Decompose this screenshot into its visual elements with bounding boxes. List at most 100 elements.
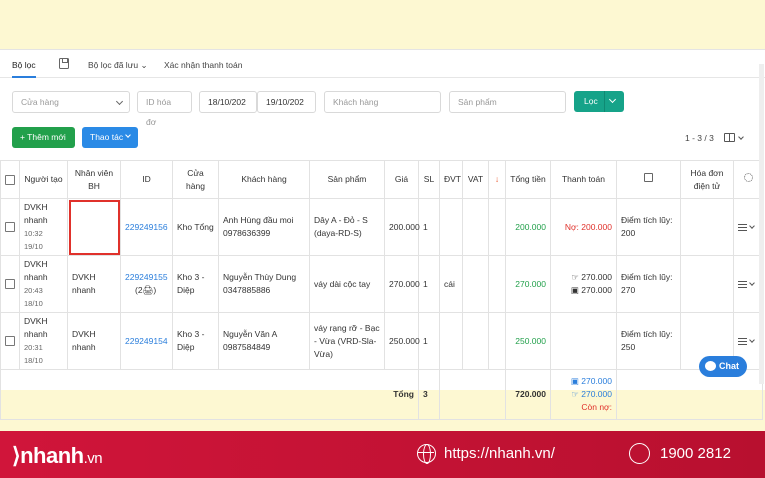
table-row[interactable]: DVKH nhanh 20:31 18/10 DVKH nhanh 2292491… bbox=[0, 312, 763, 370]
row-checkbox[interactable] bbox=[5, 336, 15, 347]
payment-cell: Nợ: 200.000 bbox=[550, 198, 617, 256]
actions-button[interactable]: Thao tác bbox=[82, 127, 138, 148]
menu-icon[interactable] bbox=[738, 337, 747, 345]
summary-row: Tổng 3 720.000 ▣ 270.000 ☞ 270.000 Còn n… bbox=[0, 369, 763, 420]
customer-phone: 0347885886 bbox=[223, 285, 271, 295]
empty-cell bbox=[488, 198, 506, 256]
date-to-input[interactable]: 19/10/202 bbox=[257, 91, 316, 113]
created-time: 20:31 18/10 bbox=[24, 343, 43, 365]
website-url[interactable]: https://nhanh.vn/ bbox=[444, 445, 555, 462]
customer-name: Anh Hùng đầu moi bbox=[223, 215, 294, 225]
columns-icon[interactable] bbox=[724, 133, 735, 142]
order-id-link[interactable]: 229249154 bbox=[125, 336, 168, 346]
sales-staff-cell: DVKH nhanh bbox=[67, 255, 121, 313]
row-select-cell bbox=[0, 198, 20, 256]
col-sales-staff: Nhân viên BH bbox=[67, 160, 121, 199]
select-all-cell bbox=[0, 160, 20, 199]
tab-bar: Bộ lọc Bộ lọc đã lưu ⌄ Xác nhận thanh to… bbox=[0, 50, 765, 78]
order-id-link[interactable]: 229249155 bbox=[125, 271, 168, 284]
creator-cell: DVKH nhanh 20:43 18/10 bbox=[19, 255, 68, 313]
creator-name: DVKH nhanh bbox=[24, 316, 48, 339]
id-cell: 229249155 (2🖨) bbox=[120, 255, 173, 313]
summary-total: 720.000 bbox=[505, 369, 551, 420]
table-row[interactable]: DVKH nhanh 10:32 19/10 229249156 Kho Tổng… bbox=[0, 198, 763, 256]
store-cell: Kho Tổng bbox=[172, 198, 219, 256]
transfer-icon: ☞ bbox=[571, 272, 579, 282]
chat-button-label: Chat bbox=[719, 361, 739, 371]
filter-button-label: Lọc bbox=[584, 96, 598, 106]
customer-phone: 0978636399 bbox=[223, 228, 271, 238]
payment-cash: ▣ 270.000 bbox=[555, 284, 612, 297]
sort-arrow-icon[interactable]: ↓ bbox=[495, 174, 499, 184]
col-payment: Thanh toán bbox=[550, 160, 617, 199]
col-store: Cửa hàng bbox=[172, 160, 219, 199]
order-id-link[interactable]: 229249156 bbox=[125, 222, 168, 232]
col-id: ID bbox=[120, 160, 173, 199]
points-cell: Điểm tích lũy: 250 bbox=[616, 312, 681, 370]
chevron-down-icon bbox=[749, 336, 755, 343]
product-cell: váy rạng rỡ - Bạc - Vừa (VRD-Sla-Vừa) bbox=[309, 312, 385, 370]
total-cell: 250.000 bbox=[505, 312, 551, 370]
add-new-button[interactable]: + Thêm mới bbox=[12, 127, 75, 148]
chat-button[interactable]: Chat bbox=[699, 356, 747, 377]
chevron-down-icon[interactable] bbox=[738, 134, 744, 140]
hotline-number[interactable]: 1900 2812 bbox=[660, 445, 731, 462]
scrollbar[interactable] bbox=[759, 64, 764, 384]
tab-saved-filters[interactable]: Bộ lọc đã lưu ⌄ bbox=[88, 60, 148, 71]
summary-qty: 3 bbox=[418, 369, 440, 420]
id-cell: 229249154 bbox=[120, 312, 173, 370]
tab-filter[interactable]: Bộ lọc bbox=[12, 60, 36, 78]
phone-icon bbox=[629, 443, 650, 464]
summary-payment: ▣ 270.000 ☞ 270.000 Còn nợ: bbox=[550, 369, 617, 420]
table-row[interactable]: DVKH nhanh 20:43 18/10 DVKH nhanh 2292491… bbox=[0, 255, 763, 313]
payment-cash-amount: 270.000 bbox=[581, 285, 612, 295]
logo-text: nhanh bbox=[20, 443, 84, 468]
save-filter-icon[interactable] bbox=[59, 58, 69, 69]
chevron-down-icon bbox=[749, 222, 755, 229]
chevron-down-icon bbox=[749, 279, 755, 286]
menu-icon[interactable] bbox=[738, 280, 747, 288]
select-all-checkbox[interactable] bbox=[5, 174, 15, 185]
price-cell: 250.000 bbox=[384, 312, 420, 370]
cash-icon: ▣ bbox=[570, 376, 579, 386]
chevron-down-icon[interactable] bbox=[608, 95, 617, 104]
filter-button[interactable]: Lọc bbox=[574, 91, 624, 112]
product-cell: Dây A - Đỏ - S (daya-RD-S) bbox=[309, 198, 385, 256]
row-select-cell bbox=[0, 255, 20, 313]
summary-transfer-amount: 270.000 bbox=[581, 389, 612, 399]
date-from-input[interactable]: 18/10/202 bbox=[199, 91, 257, 113]
nhanh-logo: ⟩nhanh.vn bbox=[12, 443, 103, 468]
promo-footer: ⟩nhanh.vn https://nhanh.vn/ 1900 2812 bbox=[0, 431, 765, 478]
col-qty: SL bbox=[418, 160, 440, 199]
created-time: 20:43 18/10 bbox=[24, 286, 43, 308]
row-checkbox[interactable] bbox=[5, 222, 15, 233]
gear-icon[interactable] bbox=[743, 173, 753, 182]
logo-suffix: .vn bbox=[83, 450, 103, 467]
row-checkbox[interactable] bbox=[5, 279, 15, 290]
invoice-id-input[interactable]: ID hóa đơ bbox=[137, 91, 192, 127]
unit-cell bbox=[439, 312, 463, 370]
empty-cell bbox=[488, 312, 506, 370]
col-vat: VAT bbox=[462, 160, 489, 199]
store-select[interactable]: Cửa hàng bbox=[12, 91, 130, 113]
summary-cash: ▣ 270.000 bbox=[555, 375, 612, 388]
actions-button-label: Thao tác bbox=[90, 132, 124, 142]
e-invoice-cell bbox=[680, 198, 734, 256]
summary-transfer: ☞ 270.000 bbox=[555, 388, 612, 401]
tab-payment-confirm[interactable]: Xác nhận thanh toán bbox=[164, 60, 242, 70]
store-select-label: Cửa hàng bbox=[21, 97, 59, 107]
product-input[interactable]: Sản phẩm bbox=[449, 91, 566, 113]
sales-staff-cell[interactable] bbox=[67, 198, 121, 256]
payment-transfer-amount: 270.000 bbox=[581, 272, 612, 282]
summary-debt: Còn nợ: bbox=[581, 402, 612, 412]
customer-input[interactable]: Khách hàng bbox=[324, 91, 441, 113]
created-time: 10:32 19/10 bbox=[24, 229, 43, 251]
menu-icon[interactable] bbox=[738, 223, 747, 231]
price-cell: 200.000 bbox=[384, 198, 420, 256]
print-count[interactable]: (2🖨) bbox=[125, 284, 168, 297]
unit-cell bbox=[439, 198, 463, 256]
orders-table: Người tạo Nhân viên BH ID Cửa hàng Khách… bbox=[0, 160, 763, 420]
note-icon bbox=[644, 173, 653, 182]
points-cell: Điểm tích lũy: 200 bbox=[616, 198, 681, 256]
chevron-down-icon bbox=[115, 97, 124, 106]
